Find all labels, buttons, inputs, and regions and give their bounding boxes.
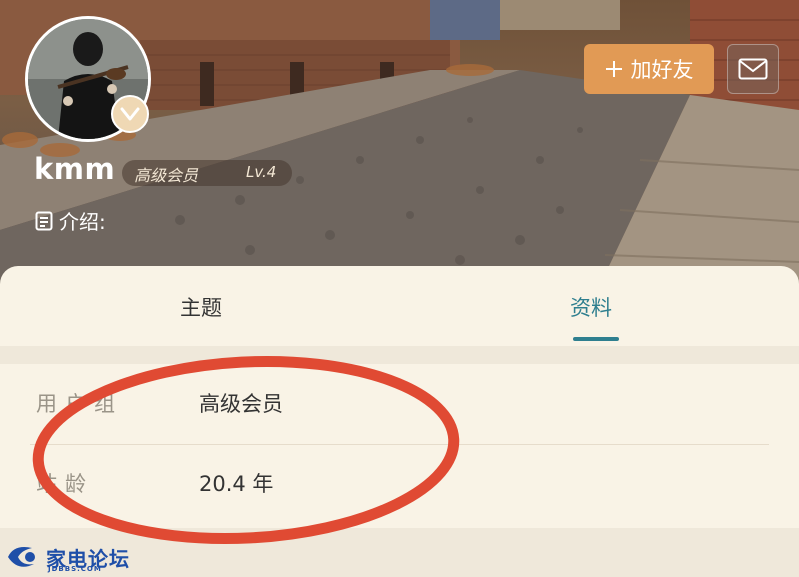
username: kmm <box>34 152 116 186</box>
profile-tabs: 主题 资料 <box>0 266 799 346</box>
intro-line: 介绍: <box>35 206 106 235</box>
tab-topics[interactable]: 主题 <box>180 292 222 322</box>
message-button[interactable] <box>727 44 779 94</box>
info-row-site-age: 站龄 20.4 年 <box>0 444 799 520</box>
add-friend-button[interactable]: 加好友 <box>584 44 714 94</box>
jdbbs-logo-icon <box>8 547 35 567</box>
active-tab-indicator <box>573 337 619 341</box>
mail-icon <box>738 58 768 80</box>
profile-banner: kmm 高级会员 Lv.4 介绍: 加好友 <box>0 0 799 285</box>
profile-card: 主题 资料 用户组 高级会员 站龄 20.4 年 <box>0 266 799 577</box>
info-value: 20.4 年 <box>199 472 274 496</box>
intro-icon <box>35 211 53 230</box>
level-label: Lv.4 <box>246 163 277 181</box>
intro-label: 介绍: <box>59 210 106 234</box>
watermark-domain: JDBBS.COM <box>48 565 102 573</box>
member-group-label: 高级会员 <box>134 166 199 185</box>
info-key: 站龄 <box>36 472 94 496</box>
section-separator <box>0 346 799 364</box>
info-row-user-group: 用户组 高级会员 <box>0 364 799 440</box>
vip-badge-icon <box>111 95 149 133</box>
info-key: 用户组 <box>36 392 123 416</box>
plus-icon <box>605 61 622 77</box>
info-value: 高级会员 <box>199 392 283 416</box>
site-watermark: 家电论坛 JDBBS.COM <box>4 540 130 574</box>
add-friend-label: 加好友 <box>630 58 694 82</box>
tab-profile[interactable]: 资料 <box>570 292 612 322</box>
